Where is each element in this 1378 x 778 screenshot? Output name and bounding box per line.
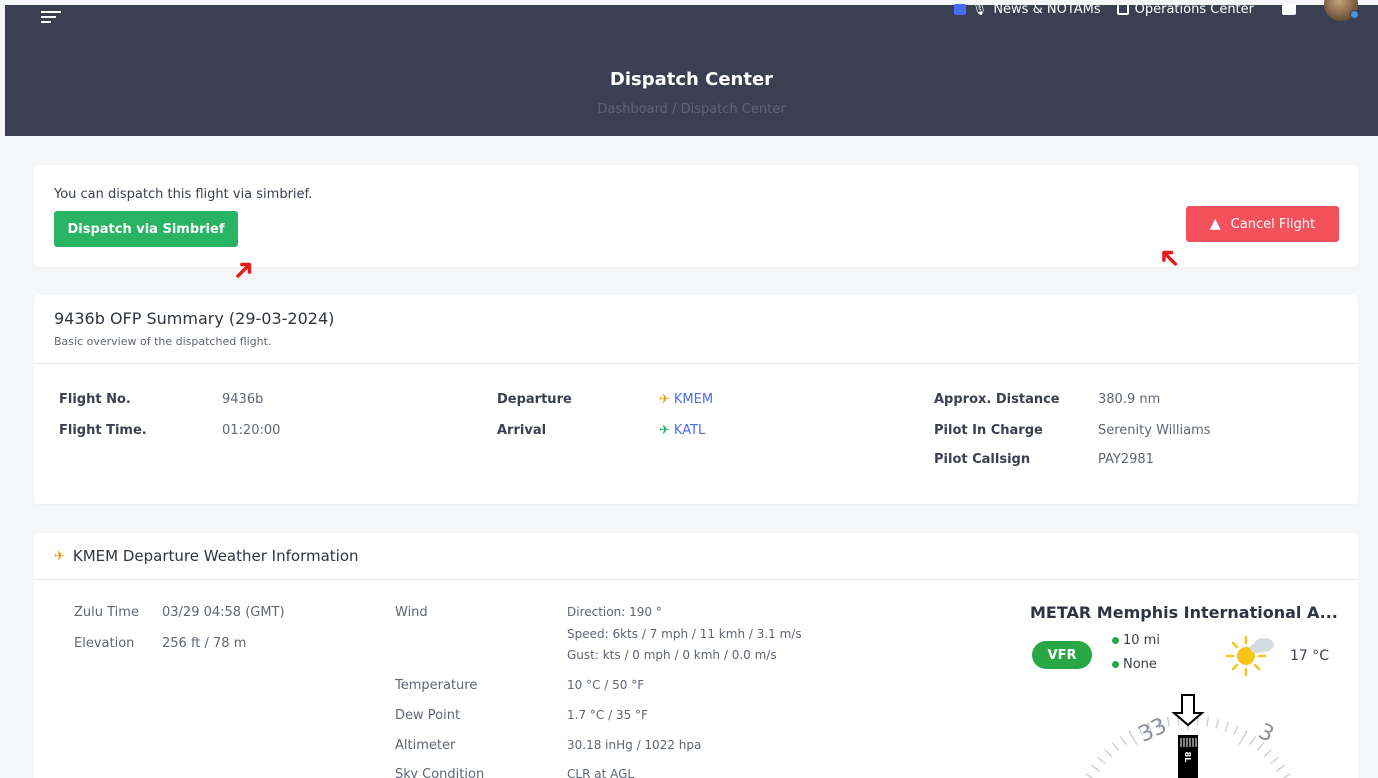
arrival-label: Arrival [497,423,547,438]
compass-tick [1085,773,1094,778]
dewpoint-value: 1.7 °C / 35 °F [567,708,648,722]
temperature-badge: 17 °C [1290,648,1330,664]
status-dot [1112,637,1119,644]
altimeter-value: 30.18 inHg / 1022 hpa [567,738,702,752]
compass-tick [1104,749,1113,758]
compass-tick [1119,735,1127,745]
altimeter-label: Altimeter [395,738,456,753]
wind-speed: Speed: 6kts / 7 mph / 11 kmh / 3.1 m/s [567,627,802,641]
plane-departure-icon: ✈ [54,548,65,564]
top-nav: 🎙 News & NOTAMs Operations Center [954,0,1359,21]
divider [34,579,1358,580]
weather-title-row: ✈ KMEM Departure Weather Information [54,547,359,565]
visibility-value: 10 mi [1123,633,1160,648]
plane-arrival-icon: ✈ [659,423,670,438]
weather-title: KMEM Departure Weather Information [72,547,359,565]
ofp-subtitle: Basic overview of the dispatched flight. [54,335,272,348]
metar-station-title: METAR Memphis International A... [1030,603,1338,622]
pic-label: Pilot In Charge [934,423,1043,438]
compass-tick [1128,730,1138,745]
compass-tick [1238,730,1248,745]
compass-tick [1224,721,1229,732]
dewpoint-label: Dew Point [395,708,461,723]
arrival-link[interactable]: ✈ KATL [659,423,705,438]
runway-label-33: 33 [1135,713,1171,747]
compass-tick [1263,749,1272,758]
nav-item-news[interactable]: 🎙 News & NOTAMs [954,2,1101,17]
nav-item-operations[interactable]: Operations Center [1116,1,1254,17]
compass-tick [1166,716,1170,727]
dispatch-info-text: You can dispatch this flight via simbrie… [54,187,313,202]
online-status-dot [1350,10,1359,19]
cancel-flight-label: Cancel Flight [1230,216,1316,232]
ofp-title: 9436b OFP Summary (29-03-2024) [54,309,335,328]
zulu-value: 03/29 04:58 (GMT) [162,605,285,620]
page-title: Dispatch Center [609,69,774,90]
partly-sunny-icon [1224,633,1284,679]
elevation-label: Elevation [74,636,135,651]
wind-label: Wind [395,605,428,620]
compass-tick [1215,718,1220,729]
avatar[interactable] [1324,0,1359,21]
dispatch-simbrief-button[interactable]: Dispatch via Simbrief [54,211,238,247]
breadcrumb[interactable]: Dashboard / Dispatch Center [5,102,1378,117]
sky-value: CLR at AGL [567,767,635,778]
flight-no-label: Flight No. [59,392,131,407]
flight-time-label: Flight Time. [59,423,147,438]
svg-text:8L: 8L [1183,752,1192,763]
chat-icon[interactable] [1282,3,1296,15]
cancel-flight-button[interactable]: ▲ Cancel Flight [1186,206,1339,242]
callsign-label: Pilot Callsign [934,452,1031,467]
arrival-value: KATL [673,423,706,438]
ceiling-indicator: None [1112,657,1157,672]
pic-value: Serenity Williams [1098,423,1211,438]
temperature-label: Temperature [395,678,478,693]
status-dot [1112,661,1119,668]
compass-tick [1206,716,1210,727]
plane-departure-icon: ✈ [659,392,670,407]
sky-label: Sky Condition [395,767,485,778]
visibility-indicator: 10 mi [1112,633,1160,648]
flight-rules-badge: VFR [1032,641,1092,669]
departure-label: Departure [497,392,572,407]
ceiling-value: None [1123,657,1157,672]
compass-tick [1276,764,1286,772]
callsign-value: PAY2981 [1098,452,1154,467]
document-icon [1116,3,1129,15]
zulu-label: Zulu Time [74,605,139,620]
departure-value: KMEM [673,392,714,407]
compass-tick [1270,756,1279,765]
divider [34,363,1358,364]
wind-compass: 8L 33 3 [1044,683,1344,778]
flight-no-value: 9436b [222,392,264,407]
distance-value: 380.9 nm [1098,392,1161,407]
temperature-value: 10 °C / 50 °F [567,678,645,692]
compass-tick [1111,742,1120,751]
compass-tick [1090,764,1100,772]
runway-label-3: 3 [1254,719,1277,748]
top-header: 🎙 News & NOTAMs Operations Center Dispat… [5,0,1378,136]
departure-link[interactable]: ✈ KMEM [659,392,713,407]
warning-icon: ▲ [1209,216,1221,232]
departure-weather-card: ✈ KMEM Departure Weather Information Zul… [34,533,1358,778]
flight-time-value: 01:20:00 [222,423,281,438]
nav-ops-label: Operations Center [1134,1,1254,17]
nav-news-label: News & NOTAMs [993,1,1101,17]
calendar-icon [954,3,967,15]
distance-label: Approx. Distance [934,392,1060,407]
microphone-icon: 🎙 [972,2,988,16]
compass-tick [1282,773,1291,778]
wind-gust: Gust: kts / 0 mph / 0 kmh / 0.0 m/s [567,648,777,662]
elevation-value: 256 ft / 78 m [162,636,247,651]
compass-tick [1233,725,1239,736]
ofp-summary-card: 9436b OFP Summary (29-03-2024) Basic ove… [34,295,1358,504]
wind-direction: Direction: 190 ° [567,605,662,619]
menu-toggle-icon[interactable] [41,11,61,25]
compass-tick [1097,756,1106,765]
